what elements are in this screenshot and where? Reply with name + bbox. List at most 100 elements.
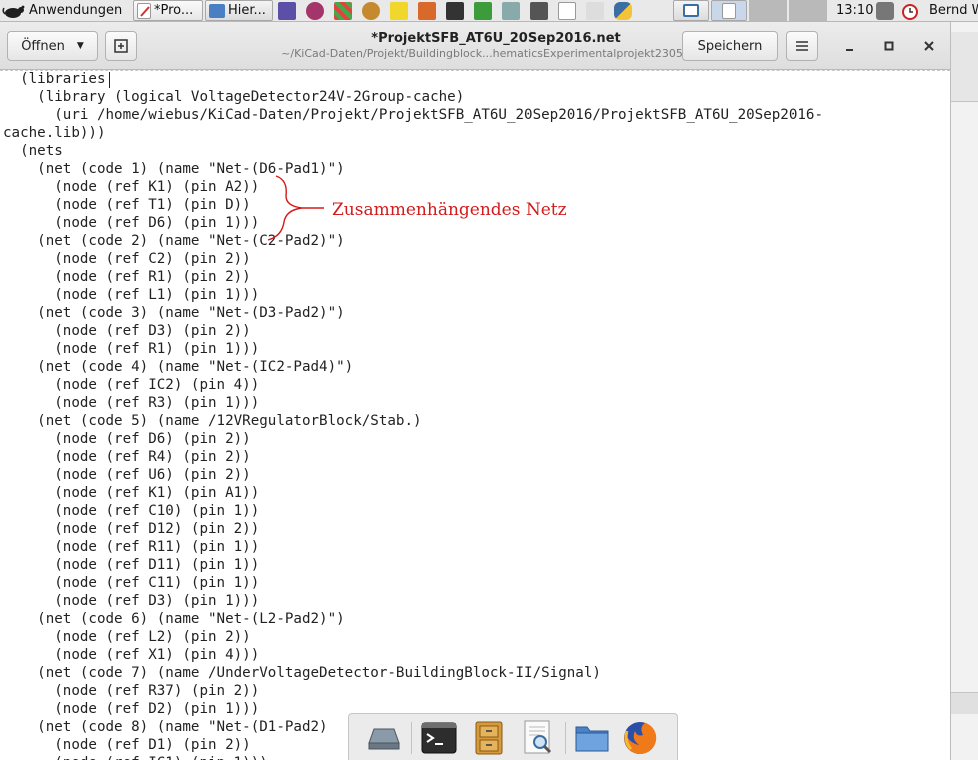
code-line: (node (ref C11) (pin 1)): [3, 575, 260, 591]
code-line: (node (ref D3) (pin 2)): [3, 323, 251, 339]
checkerboard-icon[interactable]: [334, 1, 352, 20]
code-line: cache.lib))): [3, 125, 106, 141]
applications-menu[interactable]: Anwendungen: [2, 0, 130, 21]
schematic-icon[interactable]: [306, 1, 324, 20]
document-viewer-icon: [524, 720, 552, 754]
workspace-3[interactable]: [749, 0, 787, 21]
task-button-folder[interactable]: Hier...: [205, 0, 273, 21]
editor-window: Öffnen ▼ *ProjektSFB_AT6U_20Sep2016.net …: [0, 22, 950, 760]
user-name: Bernd W: [929, 3, 978, 18]
code-line: (node (ref C10) (pin 1)): [3, 503, 260, 519]
workspace-1[interactable]: [673, 0, 709, 21]
text-caret: [109, 72, 110, 88]
alarm-clock-icon[interactable]: [900, 0, 924, 21]
code-line: (node (ref D6) (pin 2)): [3, 431, 251, 447]
pointer-tool-icon[interactable]: [278, 1, 296, 20]
code-line: (node (ref K1) (pin A1)): [3, 485, 260, 501]
code-line: (net (code 4) (name "Net-(IC2-Pad4)"): [3, 359, 354, 375]
workspace-2[interactable]: [711, 0, 747, 21]
gerber-icon[interactable]: [502, 1, 520, 20]
close-button[interactable]: [919, 36, 939, 56]
pen-icon[interactable]: [586, 1, 604, 20]
workspace-4[interactable]: [789, 0, 827, 21]
dock-firefox[interactable]: [621, 720, 659, 756]
top-panel: Anwendungen *Pro... Hier... 13:10 Bernd: [0, 0, 978, 22]
code-line: (node (ref R1) (pin 1))): [3, 341, 260, 357]
applications-label: Anwendungen: [29, 3, 123, 18]
python-icon[interactable]: [614, 1, 632, 20]
dock-separator: [565, 722, 566, 754]
code-line: (node (ref IC2) (pin 4)): [3, 377, 260, 393]
save-label: Speichern: [697, 38, 763, 54]
code-line: (node (ref D12) (pin 2)): [3, 521, 260, 537]
code-line: (nets: [3, 143, 63, 159]
screenshot-icon[interactable]: [530, 1, 548, 20]
code-line: (node (ref R4) (pin 2)): [3, 449, 251, 465]
code-line: (net (code 6) (name "Net-(L2-Pad2)"): [3, 611, 345, 627]
pcb-icon[interactable]: [418, 1, 436, 20]
hamburger-menu-icon: [796, 41, 808, 51]
annotation-brace: [267, 175, 324, 241]
dock-folder[interactable]: [573, 720, 611, 756]
save-button[interactable]: Speichern: [682, 31, 778, 61]
bottom-dock: [348, 713, 678, 760]
task-label: Hier...: [228, 3, 266, 18]
text-editor-area[interactable]: (libraries (library (logical VoltageDete…: [0, 70, 950, 760]
code-line: (net (code 2) (name "Net-(C2-Pad2)"): [3, 233, 345, 249]
text-editor-icon: [722, 2, 736, 19]
code-line: (node (ref D11) (pin 1)): [3, 557, 260, 573]
code-line: (node (ref R3) (pin 1))): [3, 395, 260, 411]
code-line: (net (code 1) (name "Net-(D6-Pad1)"): [3, 161, 345, 177]
code-line: (node (ref R1) (pin 2)): [3, 269, 251, 285]
code-line: (node (ref L2) (pin 2)): [3, 629, 251, 645]
code-line: (node (ref D3) (pin 1))): [3, 593, 260, 609]
annotation-text: Zusammenhängendes Netz: [332, 200, 567, 220]
menu-button[interactable]: [786, 31, 818, 61]
drive-icon: [368, 728, 400, 750]
code-line: (node (ref U6) (pin 2)): [3, 467, 251, 483]
dock-separator: [411, 722, 412, 754]
minimize-icon: [846, 49, 853, 51]
dock-file-cabinet[interactable]: [470, 720, 508, 756]
editor-icon[interactable]: [558, 1, 576, 20]
dock-terminal[interactable]: [420, 720, 458, 756]
volume-icon[interactable]: [876, 0, 898, 21]
dock-document-viewer[interactable]: [519, 720, 557, 756]
code-line: (library (logical VoltageDetector24V-2Gr…: [3, 89, 465, 105]
background-window-statusbar: [951, 692, 978, 714]
firefox-icon: [624, 721, 657, 754]
background-window-edge: [950, 22, 978, 760]
code-line: (uri /home/wiebus/KiCad-Daten/Projekt/Pr…: [3, 107, 823, 123]
maximize-icon: [884, 41, 894, 51]
code-line: (net (code 7) (name /UnderVoltageDetecto…: [3, 665, 601, 681]
code-line: (node (ref X1) (pin 4))): [3, 647, 260, 663]
new-tab-icon: [114, 39, 128, 53]
open-button[interactable]: Öffnen ▼: [7, 31, 98, 61]
code-text[interactable]: (libraries (library (logical VoltageDete…: [3, 70, 823, 760]
code-line: (libraries: [3, 71, 106, 87]
folder-icon: [209, 3, 225, 18]
new-document-button[interactable]: [105, 31, 137, 61]
folder-icon: [575, 726, 609, 752]
header-bar: Öffnen ▼ *ProjektSFB_AT6U_20Sep2016.net …: [0, 22, 950, 70]
terminal-icon: [421, 722, 457, 754]
gimp-icon[interactable]: [362, 1, 380, 20]
file-cabinet-icon: [475, 721, 503, 755]
dock-drive[interactable]: [365, 720, 403, 756]
code-line: (node (ref R37) (pin 2)): [3, 683, 260, 699]
window-icon: [683, 4, 699, 17]
clock[interactable]: 13:10: [833, 0, 875, 21]
maximize-button[interactable]: [879, 36, 899, 56]
code-line: (net (code 5) (name /12VRegulatorBlock/S…: [3, 413, 422, 429]
background-window-toolbar: [951, 32, 978, 102]
waveform-icon[interactable]: [474, 1, 492, 20]
text-editor-icon: [137, 2, 151, 19]
component-icon[interactable]: [446, 1, 464, 20]
task-label: *Pro...: [154, 3, 194, 18]
open-label: Öffnen: [21, 38, 65, 54]
code-line: (node (ref L1) (pin 1))): [3, 287, 260, 303]
notes-icon[interactable]: [390, 1, 408, 20]
minimize-button[interactable]: [840, 36, 860, 56]
user-menu[interactable]: Bernd W: [926, 0, 978, 21]
task-button-editor[interactable]: *Pro...: [133, 0, 203, 21]
